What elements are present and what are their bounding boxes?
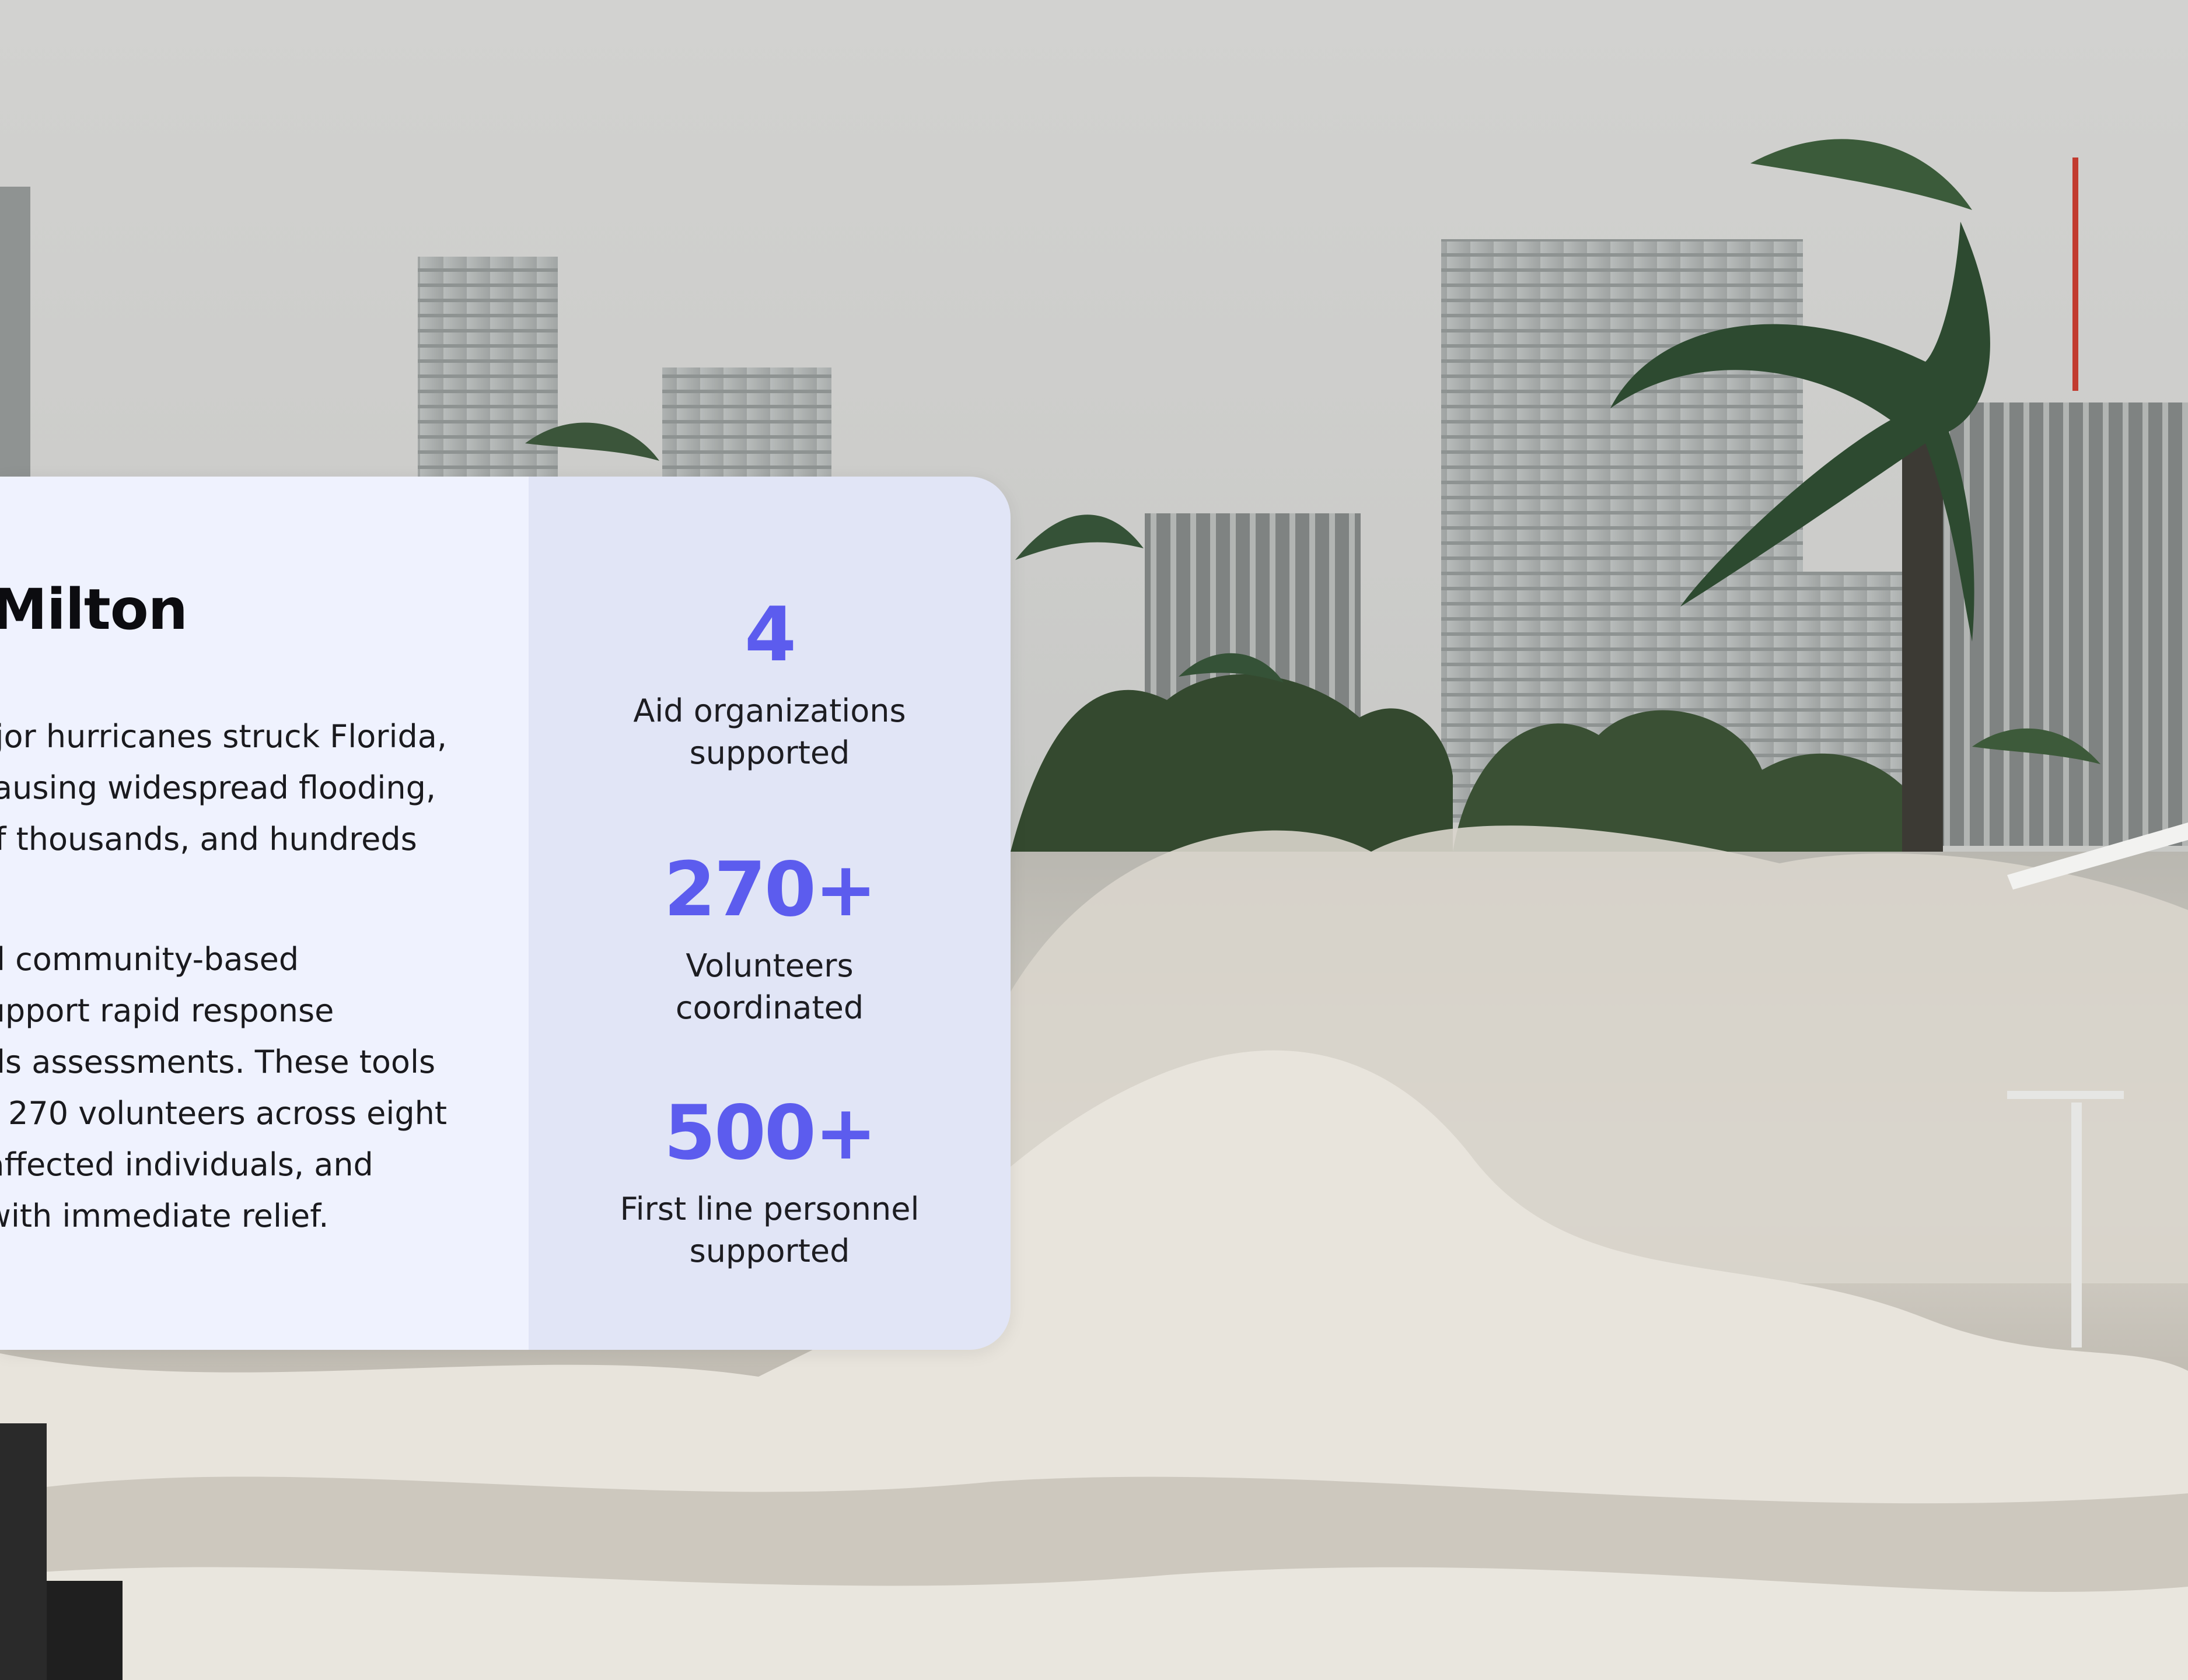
stat-volunteers: 270+ Volunteers coordinated (529, 853, 1011, 1029)
paragraph-line: ds assessments. These tools (0, 1044, 436, 1080)
stat-label: First line personnel supported (529, 1188, 1011, 1272)
paragraph-line: affected individuals, and (0, 1146, 373, 1183)
paragraph-line: ajor hurricanes struck Florida, (0, 718, 447, 755)
bollard (0, 1423, 47, 1680)
paragraph-line: r 270 volunteers across eight (0, 1095, 447, 1132)
stat-value: 4 (744, 592, 796, 678)
stat-value: 270+ (663, 846, 877, 933)
antenna (2072, 158, 2078, 391)
paragraph-line: d community-based (0, 941, 299, 978)
stat-label-line: First line personnel (620, 1191, 920, 1227)
paragraph-line: with immediate relief. (0, 1198, 329, 1234)
info-card: l Milton ajor hurricanes struck Florida,… (0, 477, 1011, 1350)
card-text-panel: l Milton ajor hurricanes struck Florida,… (0, 477, 529, 1350)
stat-label-line: supported (689, 734, 850, 771)
stat-first-line-personnel: 500+ First line personnel supported (529, 1096, 1011, 1272)
paragraph-line: of thousands, and hundreds (0, 821, 417, 858)
stat-label-line: Volunteers (686, 947, 854, 984)
building-right (1920, 402, 2188, 846)
stat-label-line: supported (689, 1233, 850, 1269)
stat-label-line: Aid organizations (633, 692, 906, 729)
card-stats-panel: 4 Aid organizations supported 270+ Volun… (529, 477, 1011, 1350)
paragraph-line: upport rapid response (0, 992, 334, 1029)
stat-value: 500+ (663, 1090, 877, 1177)
card-title: l Milton (0, 577, 188, 642)
card-paragraph-1: ajor hurricanes struck Florida, causing … (0, 711, 447, 865)
card-paragraph-2: d community-based upport rapid response … (0, 934, 447, 1242)
stat-aid-organizations: 4 Aid organizations supported (529, 598, 1011, 774)
stat-label: Volunteers coordinated (529, 945, 1011, 1029)
stat-label: Aid organizations supported (529, 690, 1011, 774)
paragraph-line: causing widespread flooding, (0, 769, 436, 806)
page: l Milton ajor hurricanes struck Florida,… (0, 0, 2188, 1680)
stat-label-line: coordinated (675, 989, 864, 1026)
